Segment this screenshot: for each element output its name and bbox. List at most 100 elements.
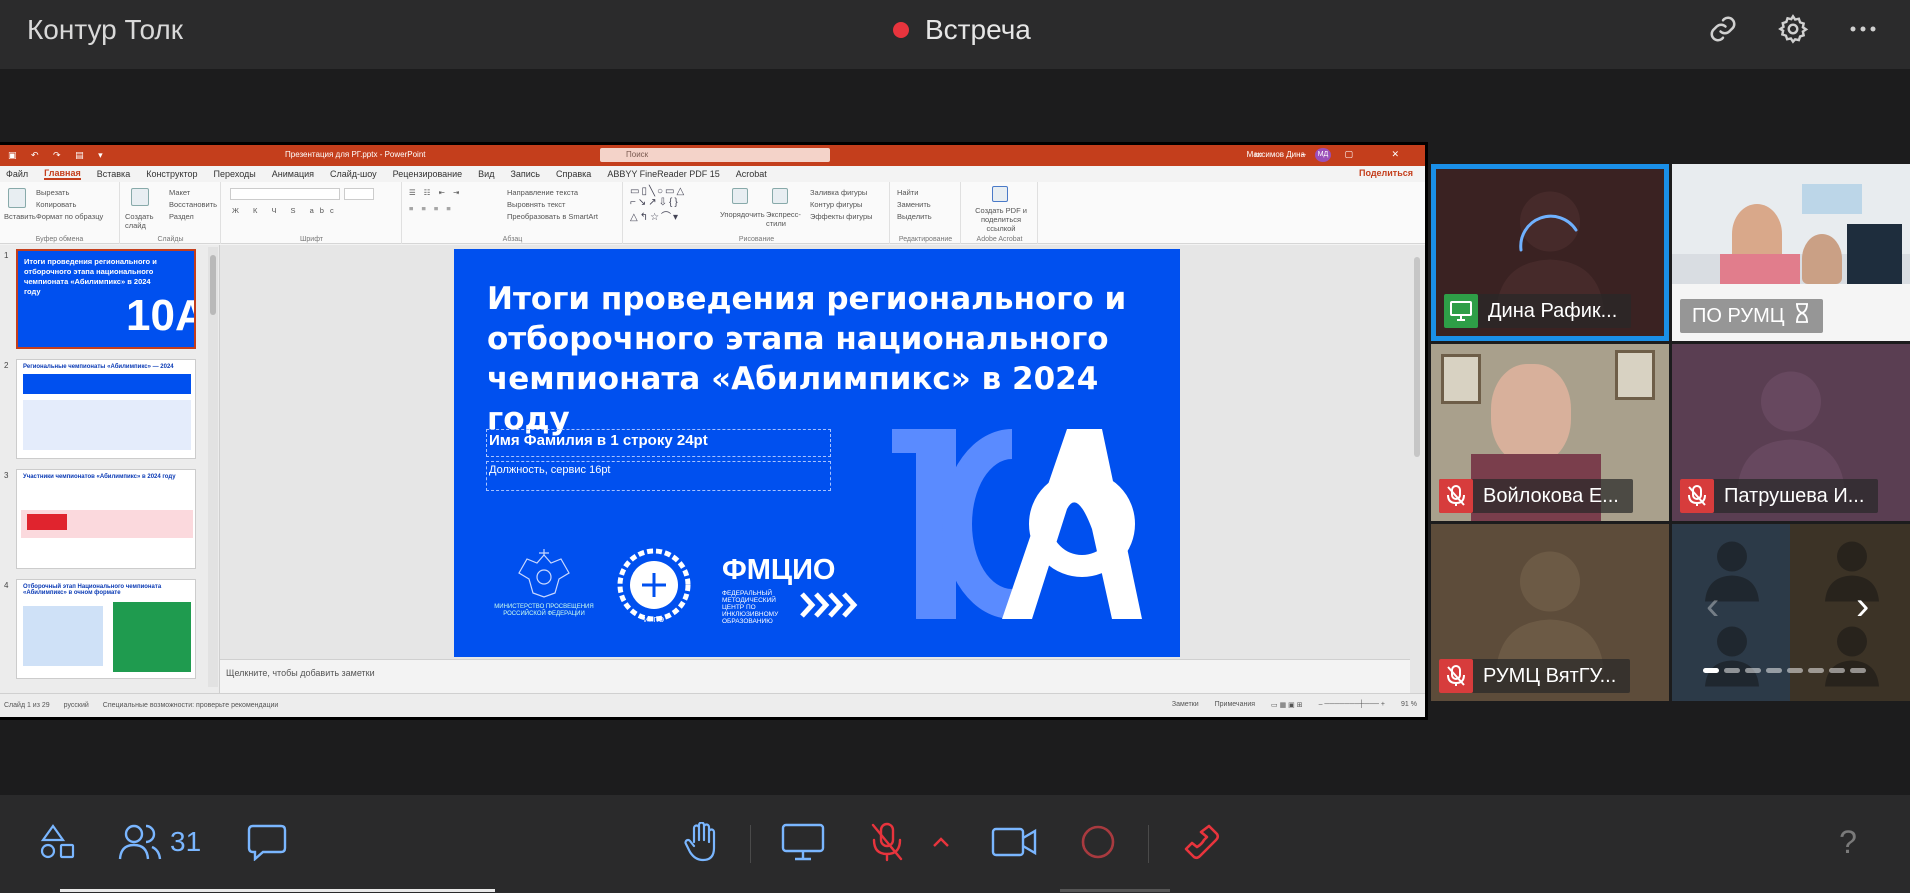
section-button[interactable]: Раздел [169,212,194,221]
pager-dot[interactable] [1787,668,1803,673]
shape-outline-button[interactable]: Контур фигуры [810,200,862,209]
slide-title[interactable]: Итоги проведения регионального и отбороч… [487,279,1167,439]
more-icon[interactable] [1846,12,1880,46]
copy-button[interactable]: Копировать [36,200,76,209]
layout-button[interactable]: Макет [169,188,190,197]
language-indicator[interactable]: русский [64,702,89,709]
camera-button[interactable] [990,819,1038,865]
link-icon[interactable] [1706,12,1740,46]
thumbnails-scrollbar[interactable] [208,247,218,687]
current-slide[interactable]: Итоги проведения регионального и отбороч… [454,249,1180,657]
new-slide-icon[interactable] [131,188,149,206]
pager-dot-active[interactable] [1703,668,1719,673]
list-buttons[interactable]: ☰ ☷ ⇤ ⇥ [409,188,462,197]
pager-dot[interactable] [1850,668,1866,673]
scrollbar-thumb[interactable] [210,255,216,315]
tab-file[interactable]: Файл [6,169,28,179]
microphone-options-button[interactable] [928,819,954,865]
shape-fill-button[interactable]: Заливка фигуры [810,188,867,197]
slide-thumbnail[interactable]: Отборочный этап Национального чемпионата… [16,579,196,679]
participants-button[interactable]: 31 [118,819,201,865]
tab-review[interactable]: Рецензирование [393,169,463,179]
quick-access-icons[interactable]: ▣ ↶ ↷ ▤ ▾ [8,150,109,161]
next-page-icon[interactable]: › [1856,584,1869,629]
apps-button[interactable] [36,819,80,865]
reset-button[interactable]: Восстановить [169,200,217,209]
align-buttons[interactable]: ≡ ≡ ≡ ≡ [409,204,454,213]
shapes-gallery[interactable]: ▭▯╲○▭△ ⌐↘↗⇩{} △↰☆⌒▾ [630,186,686,223]
create-pdf-icon[interactable] [992,186,1008,202]
gear-icon[interactable] [1776,12,1810,46]
tab-help[interactable]: Справка [556,169,591,179]
quick-styles-icon[interactable] [772,188,788,204]
view-buttons[interactable]: ▭ ▦ ▣ ⊞ [1271,701,1303,709]
participant-tile[interactable]: ПО РУМЦ [1672,164,1910,341]
chevron-up-icon [933,837,949,847]
tab-insert[interactable]: Вставка [97,169,130,179]
chat-button[interactable] [246,819,288,865]
notes-pane[interactable]: Щелкните, чтобы добавить заметки [220,659,1410,693]
participant-tile[interactable]: Дина Рафик... [1431,164,1669,341]
align-text-button[interactable]: Выровнять текст [507,200,565,209]
slide-thumbnail[interactable]: Участники чемпионатов «Абилимпикс» в 202… [16,469,196,569]
arrange-icon[interactable] [732,188,748,204]
pager-dot[interactable] [1724,668,1740,673]
tab-transitions[interactable]: Переходы [214,169,256,179]
comments-toggle[interactable]: Примечания [1215,701,1255,709]
slide-thumbnail[interactable]: Итоги проведения регионального и отбороч… [16,249,196,349]
share-button[interactable]: Поделиться [1359,168,1413,178]
tab-slideshow[interactable]: Слайд-шоу [330,169,377,179]
help-button[interactable]: ? [1828,819,1868,865]
new-slide-button[interactable]: Создать слайд [125,212,161,230]
shape-effects-button[interactable]: Эффекты фигуры [810,212,873,221]
participant-tile[interactable]: РУМЦ ВятГУ... [1431,524,1669,701]
tab-abbyy[interactable]: ABBYY FineReader PDF 15 [607,169,719,179]
create-pdf-button[interactable]: Создать PDF и поделиться ссылкой [966,206,1036,233]
ppt-search-input[interactable]: Поиск [600,148,830,162]
pager-dot[interactable] [1808,668,1824,673]
slide-thumbnail[interactable]: Региональные чемпионаты «Абилимпикс» — 2… [16,359,196,459]
pager-dot[interactable] [1766,668,1782,673]
quick-styles-button[interactable]: Экспресс-стили [766,210,802,228]
notes-toggle[interactable]: Заметки [1172,701,1199,709]
paste-icon[interactable] [8,188,26,208]
tab-record[interactable]: Запись [510,169,540,179]
tab-animations[interactable]: Анимация [272,169,314,179]
format-painter-button[interactable]: Формат по образцу [36,212,103,221]
font-size-select[interactable] [344,188,374,200]
tab-view[interactable]: Вид [478,169,494,179]
slide-scrollbar[interactable] [1412,247,1422,647]
arrange-button[interactable]: Упорядочить [720,210,765,219]
tab-acrobat[interactable]: Acrobat [736,169,767,179]
window-controls[interactable]: ▭ – ▢ ✕ [1254,149,1417,160]
share-screen-button[interactable] [780,819,826,865]
position-placeholder[interactable]: Должность, сервис 16pt [486,461,831,491]
participant-tile[interactable]: Патрушева И... [1672,344,1910,521]
scrollbar-thumb[interactable] [1414,257,1420,457]
replace-button[interactable]: Заменить [897,200,931,209]
zoom-slider[interactable]: – ───────┼─── + [1319,701,1385,709]
microphone-button[interactable] [866,819,908,865]
leave-call-button[interactable] [1180,819,1224,865]
find-button[interactable]: Найти [897,188,918,197]
pager-dot[interactable] [1745,668,1761,673]
cut-button[interactable]: Вырезать [36,188,69,197]
more-participants-tile[interactable]: ‹ › [1672,524,1910,701]
record-button[interactable] [1078,819,1118,865]
participant-tile[interactable]: Войлокова Е... [1431,344,1669,521]
name-placeholder[interactable]: Имя Фамилия в 1 строку 24pt [486,429,831,457]
pager-dot[interactable] [1829,668,1845,673]
smartart-button[interactable]: Преобразовать в SmartArt [507,212,598,221]
participants-pager[interactable] [1703,668,1866,673]
prev-page-icon[interactable]: ‹ [1706,584,1719,629]
font-family-select[interactable] [230,188,340,200]
paste-button[interactable]: Вставить [4,212,36,221]
tab-home[interactable]: Главная [44,168,81,180]
select-button[interactable]: Выделить [897,212,932,221]
font-style-buttons[interactable]: Ж К Ч S abc [232,206,340,215]
tab-design[interactable]: Конструктор [146,169,197,179]
zoom-level[interactable]: 91 % [1401,701,1417,709]
raise-hand-button[interactable] [680,819,722,865]
accessibility-status[interactable]: Специальные возможности: проверьте реком… [103,702,279,709]
text-direction-button[interactable]: Направление текста [507,188,578,197]
